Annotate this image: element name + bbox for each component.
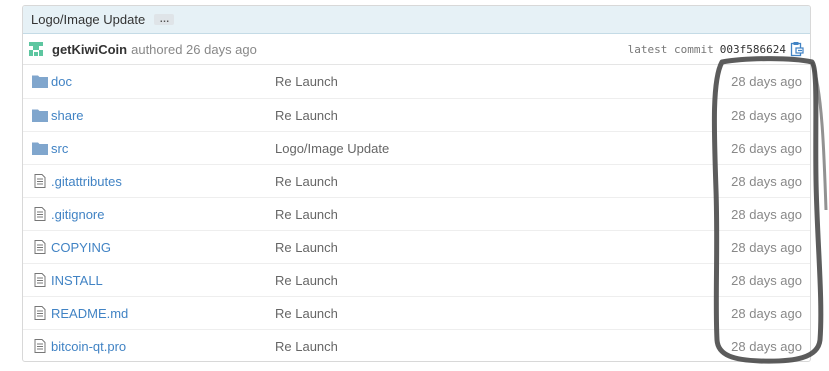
file-name-link[interactable]: .gitattributes bbox=[51, 174, 122, 189]
commit-message-link[interactable]: Re Launch bbox=[275, 273, 338, 288]
commit-age: 26 days ago bbox=[731, 140, 802, 156]
folder-icon bbox=[32, 141, 48, 155]
expand-commit-button[interactable]: … bbox=[154, 14, 175, 25]
file-row[interactable]: bitcoin-qt.pro Re Launch 28 days ago bbox=[23, 329, 810, 361]
file-name-link[interactable]: doc bbox=[51, 74, 72, 89]
commit-message-link[interactable]: Re Launch bbox=[275, 306, 338, 321]
commit-message-link[interactable]: Re Launch bbox=[275, 74, 338, 89]
file-row[interactable]: src Logo/Image Update 26 days ago bbox=[23, 131, 810, 164]
file-text-icon bbox=[32, 273, 48, 287]
file-row[interactable]: doc Re Launch 28 days ago bbox=[23, 65, 810, 98]
commit-sha[interactable]: 003f586624 bbox=[720, 43, 786, 56]
file-name-link[interactable]: bitcoin-qt.pro bbox=[51, 339, 126, 354]
file-name-link[interactable]: share bbox=[51, 108, 84, 123]
file-browser: Logo/Image Update … getKiwiCoin authored… bbox=[22, 5, 811, 362]
file-name-link[interactable]: INSTALL bbox=[51, 273, 103, 288]
commit-age: 28 days ago bbox=[731, 74, 802, 89]
commit-age: 28 days ago bbox=[731, 338, 802, 354]
file-text-icon bbox=[32, 339, 48, 353]
file-name-link[interactable]: README.md bbox=[51, 306, 128, 321]
folder-icon bbox=[32, 108, 48, 122]
commit-message-link[interactable]: Re Launch bbox=[275, 207, 338, 222]
file-text-icon bbox=[32, 174, 48, 188]
folder-icon bbox=[32, 74, 48, 88]
author-link[interactable]: getKiwiCoin bbox=[52, 42, 127, 57]
commit-message-link[interactable]: Logo/Image Update bbox=[275, 141, 389, 156]
file-row[interactable]: INSTALL Re Launch 28 days ago bbox=[23, 263, 810, 296]
file-row[interactable]: .gitignore Re Launch 28 days ago bbox=[23, 197, 810, 230]
commit-message[interactable]: Logo/Image Update bbox=[31, 12, 145, 27]
commit-age: 28 days ago bbox=[731, 206, 802, 222]
file-row[interactable]: share Re Launch 28 days ago bbox=[23, 98, 810, 131]
commit-age: 28 days ago bbox=[731, 107, 802, 123]
authored-time: authored 26 days ago bbox=[131, 41, 257, 57]
commit-message-link[interactable]: Re Launch bbox=[275, 108, 338, 123]
file-name-link[interactable]: src bbox=[51, 141, 68, 156]
commit-title-bar: Logo/Image Update … bbox=[23, 6, 810, 34]
file-name-link[interactable]: .gitignore bbox=[51, 207, 104, 222]
latest-commit: latest commit 003f586624 bbox=[628, 41, 804, 57]
file-row[interactable]: README.md Re Launch 28 days ago bbox=[23, 296, 810, 329]
file-text-icon bbox=[32, 306, 48, 320]
file-name-link[interactable]: COPYING bbox=[51, 240, 111, 255]
avatar[interactable] bbox=[28, 41, 44, 57]
commit-message-link[interactable]: Re Launch bbox=[275, 240, 338, 255]
file-list: doc Re Launch 28 days ago share Re Launch 28 … bbox=[23, 65, 810, 361]
commit-age: 28 days ago bbox=[731, 305, 802, 321]
file-row[interactable]: .gitattributes Re Launch 28 days ago bbox=[23, 164, 810, 197]
commit-message-link[interactable]: Re Launch bbox=[275, 339, 338, 354]
file-text-icon bbox=[32, 240, 48, 254]
commit-meta-bar: getKiwiCoin authored 26 days ago latest … bbox=[23, 34, 810, 65]
file-text-icon bbox=[32, 207, 48, 221]
commit-age: 28 days ago bbox=[731, 239, 802, 255]
commit-age: 28 days ago bbox=[731, 272, 802, 288]
latest-commit-label: latest commit bbox=[627, 42, 714, 56]
clipboard-icon[interactable] bbox=[790, 41, 804, 57]
commit-age: 28 days ago bbox=[731, 173, 802, 189]
commit-message-link[interactable]: Re Launch bbox=[275, 174, 338, 189]
file-row[interactable]: COPYING Re Launch 28 days ago bbox=[23, 230, 810, 263]
